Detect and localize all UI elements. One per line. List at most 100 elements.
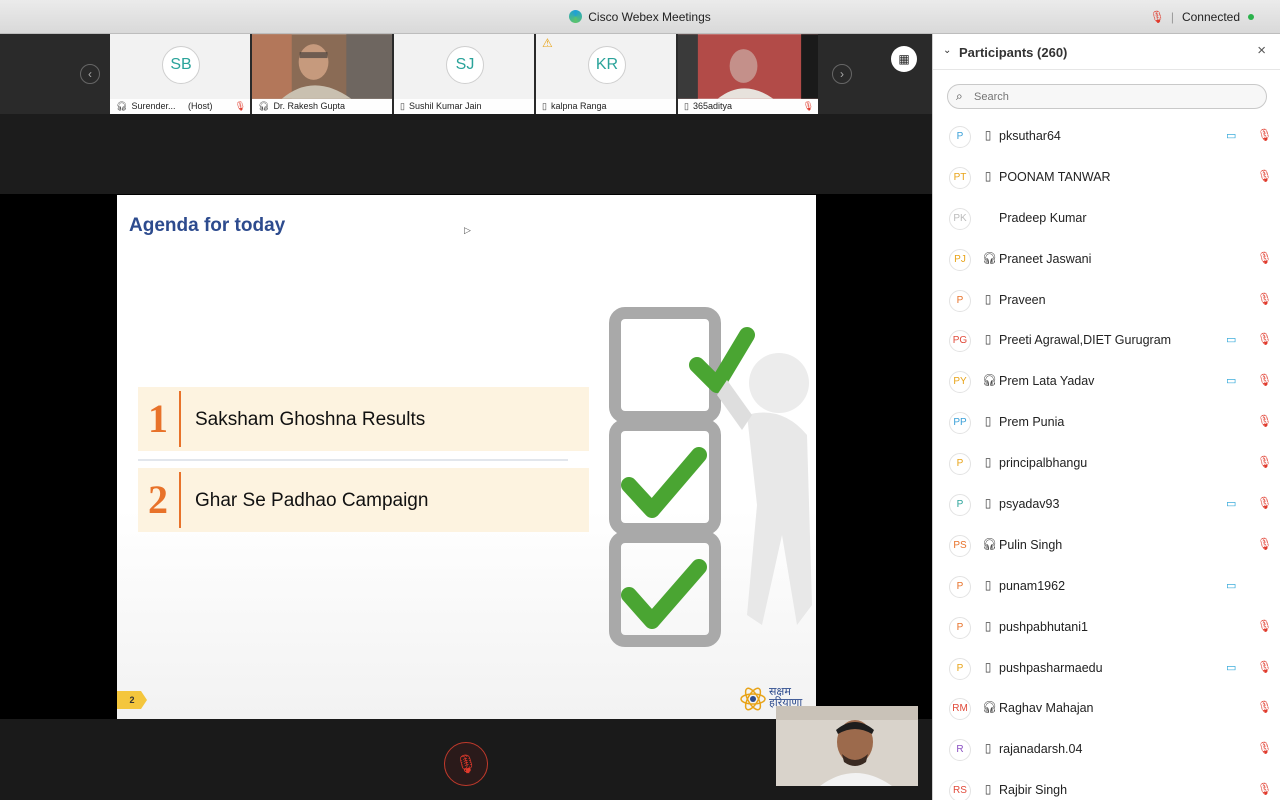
mic-muted-icon: 🎙︎ bbox=[1257, 700, 1273, 715]
participant-row[interactable]: PP ▯ Prem Punia 🎙︎ bbox=[933, 402, 1280, 443]
phone-icon: ▯ bbox=[984, 618, 992, 633]
participant-avatar: PJ bbox=[949, 248, 971, 271]
warning-icon: ⚠ bbox=[542, 36, 553, 50]
participant-row[interactable]: PG ▯ Preeti Agrawal,DIET Gurugram ▭ 🎙︎ bbox=[933, 320, 1280, 361]
participant-row[interactable]: PS 🎧︎ Pulin Singh 🎙︎ bbox=[933, 525, 1280, 566]
agenda-item-2: 2 Ghar Se Padhao Campaign bbox=[138, 468, 589, 532]
mic-muted-icon[interactable]: 🎙︎ bbox=[1150, 10, 1165, 24]
tile-name: 365aditya bbox=[692, 101, 732, 111]
host-badge: (Host) bbox=[187, 101, 213, 111]
video-tile-rakesh-gupta[interactable]: 🎧︎ Dr. Rakesh Gupta bbox=[252, 34, 393, 114]
participant-row[interactable]: RM 🎧︎ Raghav Mahajan 🎙︎ bbox=[933, 688, 1280, 729]
phone-icon: ▯ bbox=[984, 741, 992, 756]
connection-status: 🎙︎ | Connected bbox=[1150, 10, 1254, 24]
search-box: ⌕ bbox=[947, 84, 1267, 109]
participant-row[interactable]: RS ▯ Rajbir Singh 🎙︎ bbox=[933, 770, 1280, 800]
search-input[interactable] bbox=[974, 88, 1254, 106]
slide-title: Agenda for today bbox=[129, 215, 286, 236]
participant-row[interactable]: PK Pradeep Kumar bbox=[933, 198, 1280, 239]
stage-spacer bbox=[0, 114, 932, 194]
participant-name: principalbhangu bbox=[999, 456, 1088, 471]
headset-icon: 🎧︎ bbox=[982, 373, 998, 388]
phone-icon: ▯ bbox=[984, 782, 992, 797]
avatar: SB bbox=[162, 46, 200, 84]
participants-list: P ▯ pksuthar64 ▭ 🎙︎ PT ▯ POONAM TANWAR 🎙︎ PK Prade… bbox=[933, 116, 1280, 800]
connected-dot-icon bbox=[1248, 14, 1254, 20]
video-camera-icon: ▭ bbox=[1226, 375, 1237, 388]
participant-name: pushpabhutani1 bbox=[999, 619, 1088, 634]
participant-avatar: R bbox=[949, 739, 971, 762]
video-camera-icon: ▭ bbox=[1226, 579, 1237, 592]
video-tile-365aditya[interactable]: ▯ 365aditya 🎙︎ bbox=[678, 34, 819, 114]
mic-muted-icon: 🎙︎ bbox=[1257, 659, 1273, 674]
participant-avatar: PY bbox=[949, 371, 971, 394]
self-view-video[interactable] bbox=[776, 706, 918, 786]
participant-avatar: PT bbox=[949, 166, 971, 189]
participant-row[interactable]: R ▯ rajanadarsh.04 🎙︎ bbox=[933, 729, 1280, 770]
participant-row[interactable]: PT ▯ POONAM TANWAR 🎙︎ bbox=[933, 157, 1280, 198]
phone-icon: ▯ bbox=[984, 659, 992, 674]
slide-page-number: 2 bbox=[117, 691, 147, 709]
participants-panel: ⌄ Participants (260) × ⌕ P ▯ pksuthar64 ▭ 🎙︎… bbox=[932, 34, 1280, 800]
self-video-feed bbox=[776, 706, 918, 786]
participant-name: Rajbir Singh bbox=[999, 783, 1068, 798]
agenda-number: 2 bbox=[148, 477, 168, 522]
mic-muted-icon: 🎙︎ bbox=[1257, 291, 1273, 306]
participant-row[interactable]: P ▯ pksuthar64 ▭ 🎙︎ bbox=[933, 116, 1280, 157]
strip-prev-button[interactable]: ‹ bbox=[80, 64, 100, 84]
participant-row[interactable]: P ▯ punam1962 ▭ bbox=[933, 566, 1280, 607]
participant-name: Preeti Agrawal,DIET Gurugram bbox=[999, 333, 1172, 348]
participant-row[interactable]: P ▯ pushpasharmaedu ▭ 🎙︎ bbox=[933, 648, 1280, 689]
participant-name: punam1962 bbox=[999, 578, 1066, 593]
unmute-button[interactable]: 🎙︎ bbox=[444, 742, 488, 786]
participant-name: Raghav Mahajan bbox=[999, 701, 1094, 716]
participant-name: rajanadarsh.04 bbox=[999, 742, 1083, 757]
phone-icon: ▯ bbox=[984, 128, 992, 142]
participant-avatar: P bbox=[949, 575, 971, 598]
participant-row[interactable]: P ▯ psyadav93 ▭ 🎙︎ bbox=[933, 484, 1280, 525]
layout-toggle-button[interactable]: ▦ bbox=[891, 46, 917, 72]
participant-avatar: P bbox=[949, 657, 971, 680]
video-camera-icon: ▭ bbox=[1226, 130, 1237, 142]
participant-row[interactable]: P ▯ principalbhangu 🎙︎ bbox=[933, 443, 1280, 484]
divider: | bbox=[1170, 10, 1174, 24]
strip-next-button[interactable]: › bbox=[832, 64, 852, 84]
phone-icon: ▯ bbox=[984, 291, 992, 306]
video-tile-kalpna-ranga[interactable]: ⚠ KR ▯ kalpna Ranga bbox=[536, 34, 677, 114]
participant-avatar: RM bbox=[949, 698, 971, 721]
participant-row[interactable]: P ▯ pushpabhutani1 🎙︎ bbox=[933, 607, 1280, 648]
title-bar: Cisco Webex Meetings 🎙︎ | Connected bbox=[0, 0, 1280, 34]
collapse-chevron-icon[interactable]: ⌄ bbox=[943, 45, 951, 56]
app-title: Cisco Webex Meetings bbox=[588, 10, 711, 24]
phone-icon: ▯ bbox=[984, 496, 992, 511]
phone-icon: ▯ bbox=[984, 332, 992, 347]
participant-avatar: P bbox=[949, 289, 971, 312]
participant-name: Praveen bbox=[999, 292, 1046, 307]
tile-namebar: 🎧︎ Surender... (Host) 🎙︎ bbox=[110, 99, 250, 114]
mic-muted-icon: 🎙︎ bbox=[1257, 332, 1273, 347]
agenda-label: Ghar Se Padhao Campaign bbox=[195, 490, 429, 511]
participant-name: Praneet Jaswani bbox=[999, 251, 1092, 266]
checkbox-figure-illustration bbox=[609, 307, 812, 647]
participant-name: POONAM TANWAR bbox=[999, 169, 1111, 184]
saksham-emblem-icon bbox=[740, 687, 766, 711]
participant-row[interactable]: PJ 🎧︎ Praneet Jaswani 🎙︎ bbox=[933, 239, 1280, 280]
participant-row[interactable]: PY 🎧︎ Prem Lata Yadav ▭ 🎙︎ bbox=[933, 361, 1280, 402]
tile-namebar: ▯ Sushil Kumar Jain bbox=[394, 99, 534, 114]
participant-avatar: P bbox=[949, 616, 971, 639]
video-strip: ‹ SB 🎧︎ Surender... (Host) 🎙︎ 🎧︎ Dr. Rakes… bbox=[0, 34, 932, 114]
mouse-cursor-icon: ▷ bbox=[464, 225, 471, 235]
video-tile-sushil-kumar-jain[interactable]: SJ ▯ Sushil Kumar Jain bbox=[394, 34, 535, 114]
agenda-divider bbox=[179, 472, 181, 528]
participants-title: Participants (260) bbox=[959, 45, 1068, 60]
close-panel-button[interactable]: × bbox=[1257, 42, 1266, 59]
mic-muted-icon: 🎙︎ bbox=[1257, 782, 1273, 797]
tile-name: kalpna Ranga bbox=[550, 101, 607, 111]
mic-muted-icon: 🎙︎ bbox=[1257, 128, 1273, 142]
video-tile-surender[interactable]: SB 🎧︎ Surender... (Host) 🎙︎ bbox=[110, 34, 251, 114]
phone-icon: ▯ bbox=[984, 414, 992, 429]
participant-row[interactable]: P ▯ Praveen 🎙︎ bbox=[933, 280, 1280, 321]
participant-name: pksuthar64 bbox=[999, 129, 1061, 143]
webex-logo-icon bbox=[569, 10, 583, 23]
agenda-number: 1 bbox=[148, 396, 168, 441]
